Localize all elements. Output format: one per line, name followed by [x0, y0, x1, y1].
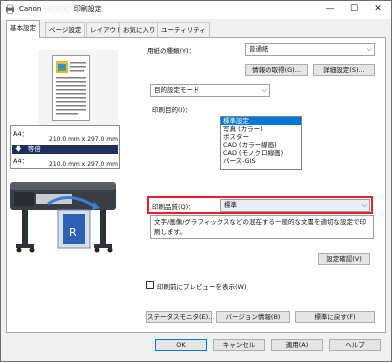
purpose-label: 印刷目的(I)： [152, 106, 192, 114]
apply-button[interactable]: 適用(A) [271, 339, 323, 351]
help-button[interactable]: ヘルプ [329, 339, 381, 351]
chevron-down-icon: ⌵ [366, 45, 372, 53]
status-monitor-button[interactable]: ステータスモニタ(E)... [146, 311, 214, 323]
purpose-list[interactable]: 標準設定 写真 (カラー) ポスター CAD (カラー線画) CAD (モノクロ… [220, 116, 302, 170]
purpose-item-cad-mono[interactable]: CAD (モノクロ線画) [221, 149, 301, 157]
mode-select[interactable]: 目的設定モード ⌵ [150, 84, 270, 97]
maximize-button[interactable]: ☐ [342, 1, 366, 18]
purpose-item-perspective-gis[interactable]: パース-GIS [221, 157, 301, 165]
chevron-down-icon: ⌵ [361, 201, 367, 209]
quality-select[interactable]: 標準 ⌵ [220, 199, 370, 212]
tab-utility[interactable]: ユーティリティ [157, 22, 210, 37]
quality-confirm-button[interactable]: 設定確認(V) [318, 253, 370, 265]
paper-size-summary: A4： 210.0 mm x 297.0 mm 🡇 等倍 A4： 210.0 m… [10, 125, 120, 169]
window-title-brand: Canon [19, 5, 42, 13]
cancel-button[interactable]: キャンセル [213, 339, 265, 351]
input-size-label: A4： [13, 130, 29, 138]
quality-description: 文字/画像/グラフィックスなどの混在する一般的な文書を適切な設定で印刷します。 [150, 215, 374, 239]
chevron-down-icon: ⌵ [261, 86, 267, 94]
detail-settings-button[interactable]: 詳細設定(S)... [313, 64, 375, 76]
purpose-item-cad-color[interactable]: CAD (カラー線画) [221, 141, 301, 149]
purpose-item-photo[interactable]: 写真 (カラー) [221, 125, 301, 133]
document-preview-icon [56, 61, 86, 115]
input-size-dims: 210.0 mm x 297.0 mm [49, 136, 118, 143]
preview-checkbox-label: 印刷前にプレビューを表示(W) [157, 283, 247, 291]
tab-favorites[interactable]: お気に入り [119, 22, 160, 37]
get-info-button[interactable]: 情報の取得(G)... [245, 64, 308, 76]
output-size-dims: 210.0 mm x 297.0 mm [49, 161, 118, 168]
svg-text:R: R [69, 226, 77, 239]
printer-app-icon [6, 4, 14, 14]
close-button[interactable]: ✕ [366, 1, 390, 18]
paper-type-label: 用紙の種類(Y)： [147, 47, 196, 55]
ok-button[interactable]: OK [155, 339, 207, 351]
restore-default-button[interactable]: 標準に戻す(F) [295, 311, 375, 323]
version-info-button[interactable]: バージョン情報(B) [216, 311, 290, 323]
minimize-button[interactable]: — [318, 1, 342, 18]
window-title-text: 印刷設定 [73, 5, 102, 13]
large-format-printer-icon: R [10, 182, 116, 253]
page-preview-sheet [52, 55, 90, 121]
down-arrow-icon: 🡇 [15, 145, 22, 153]
paper-type-select[interactable]: 普通紙 ⌵ [245, 43, 375, 56]
mode-value: 目的設定モード [154, 86, 200, 94]
scale-bar: 🡇 等倍 [12, 145, 118, 154]
tab-page-setup[interactable]: ページ設定 [45, 22, 86, 37]
purpose-item-standard[interactable]: 標準設定 [221, 117, 301, 125]
window-title-redacted: 〇〇〇〇 [43, 5, 72, 13]
purpose-item-poster[interactable]: ポスター [221, 133, 301, 141]
preview-checkbox[interactable] [146, 281, 154, 289]
quality-label: 印刷品質(Q)： [152, 203, 195, 211]
window-title: Canon 〇〇〇〇 印刷設定 [19, 4, 102, 14]
quality-value: 標準 [224, 201, 237, 209]
output-size-label: A4： [13, 157, 29, 165]
scale-value: 等倍 [27, 145, 41, 153]
paper-type-value: 普通紙 [249, 45, 269, 53]
tab-basic-settings[interactable]: 基本設定 [6, 20, 40, 38]
